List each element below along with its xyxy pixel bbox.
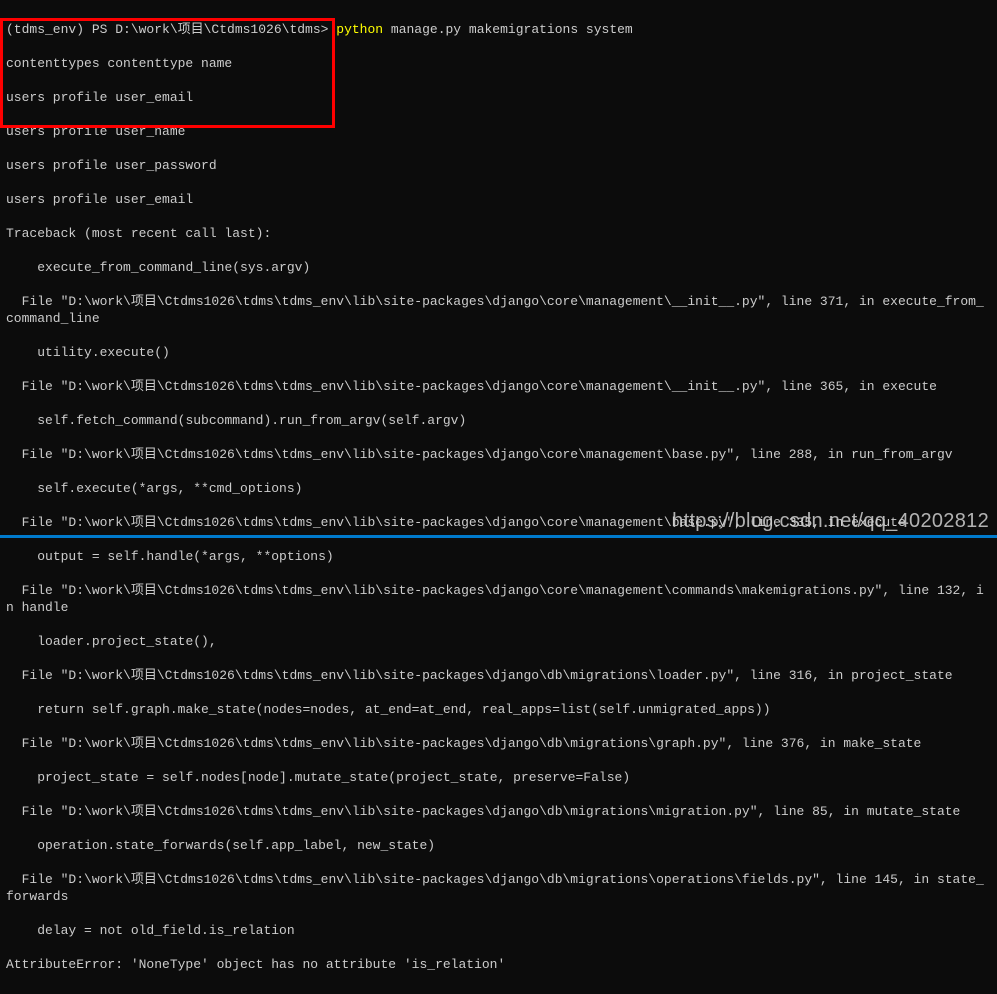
prompt-env: (tdms_env) PS D:\work\项目\Ctdms1026\tdms>	[6, 22, 328, 37]
traceback-line: operation.state_forwards(self.app_label,…	[6, 837, 991, 854]
traceback-line: self.fetch_command(subcommand).run_from_…	[6, 412, 991, 429]
traceback-line: File "D:\work\项目\Ctdms1026\tdms\tdms_env…	[6, 378, 991, 395]
traceback-line: File "D:\work\项目\Ctdms1026\tdms\tdms_env…	[6, 582, 991, 616]
traceback-line: loader.project_state(),	[6, 633, 991, 650]
traceback-line: File "D:\work\项目\Ctdms1026\tdms\tdms_env…	[6, 446, 991, 463]
traceback-line: project_state = self.nodes[node].mutate_…	[6, 769, 991, 786]
traceback-line: File "D:\work\项目\Ctdms1026\tdms\tdms_env…	[6, 871, 991, 905]
traceback-line: return self.graph.make_state(nodes=nodes…	[6, 701, 991, 718]
output-line: users profile user_email	[6, 191, 991, 208]
output-line: contenttypes contenttype name	[6, 55, 991, 72]
error-line: AttributeError: 'NoneType' object has no…	[6, 956, 991, 973]
output-line: users profile user_password	[6, 157, 991, 174]
traceback-line: execute_from_command_line(sys.argv)	[6, 259, 991, 276]
command-binary: python	[336, 22, 383, 37]
command-args: manage.py makemigrations system	[391, 22, 633, 37]
traceback-line: File "D:\work\项目\Ctdms1026\tdms\tdms_env…	[6, 735, 991, 752]
traceback-line: File "D:\work\项目\Ctdms1026\tdms\tdms_env…	[6, 667, 991, 684]
prompt-line: (tdms_env) PS D:\work\项目\Ctdms1026\tdms>…	[6, 21, 991, 38]
traceback-line: output = self.handle(*args, **options)	[6, 548, 991, 565]
traceback-line: File "D:\work\项目\Ctdms1026\tdms\tdms_env…	[6, 803, 991, 820]
traceback-line: delay = not old_field.is_relation	[6, 922, 991, 939]
terminal-output[interactable]: (tdms_env) PS D:\work\项目\Ctdms1026\tdms>…	[0, 0, 997, 994]
traceback-line: self.execute(*args, **cmd_options)	[6, 480, 991, 497]
output-line: users profile user_name	[6, 123, 991, 140]
traceback-line: utility.execute()	[6, 344, 991, 361]
output-line: users profile user_email	[6, 89, 991, 106]
watermark-text: https://blog.csdn.net/qq_40202812	[672, 513, 989, 530]
traceback-line: File "D:\work\项目\Ctdms1026\tdms\tdms_env…	[6, 293, 991, 327]
traceback-header: Traceback (most recent call last):	[6, 225, 991, 242]
